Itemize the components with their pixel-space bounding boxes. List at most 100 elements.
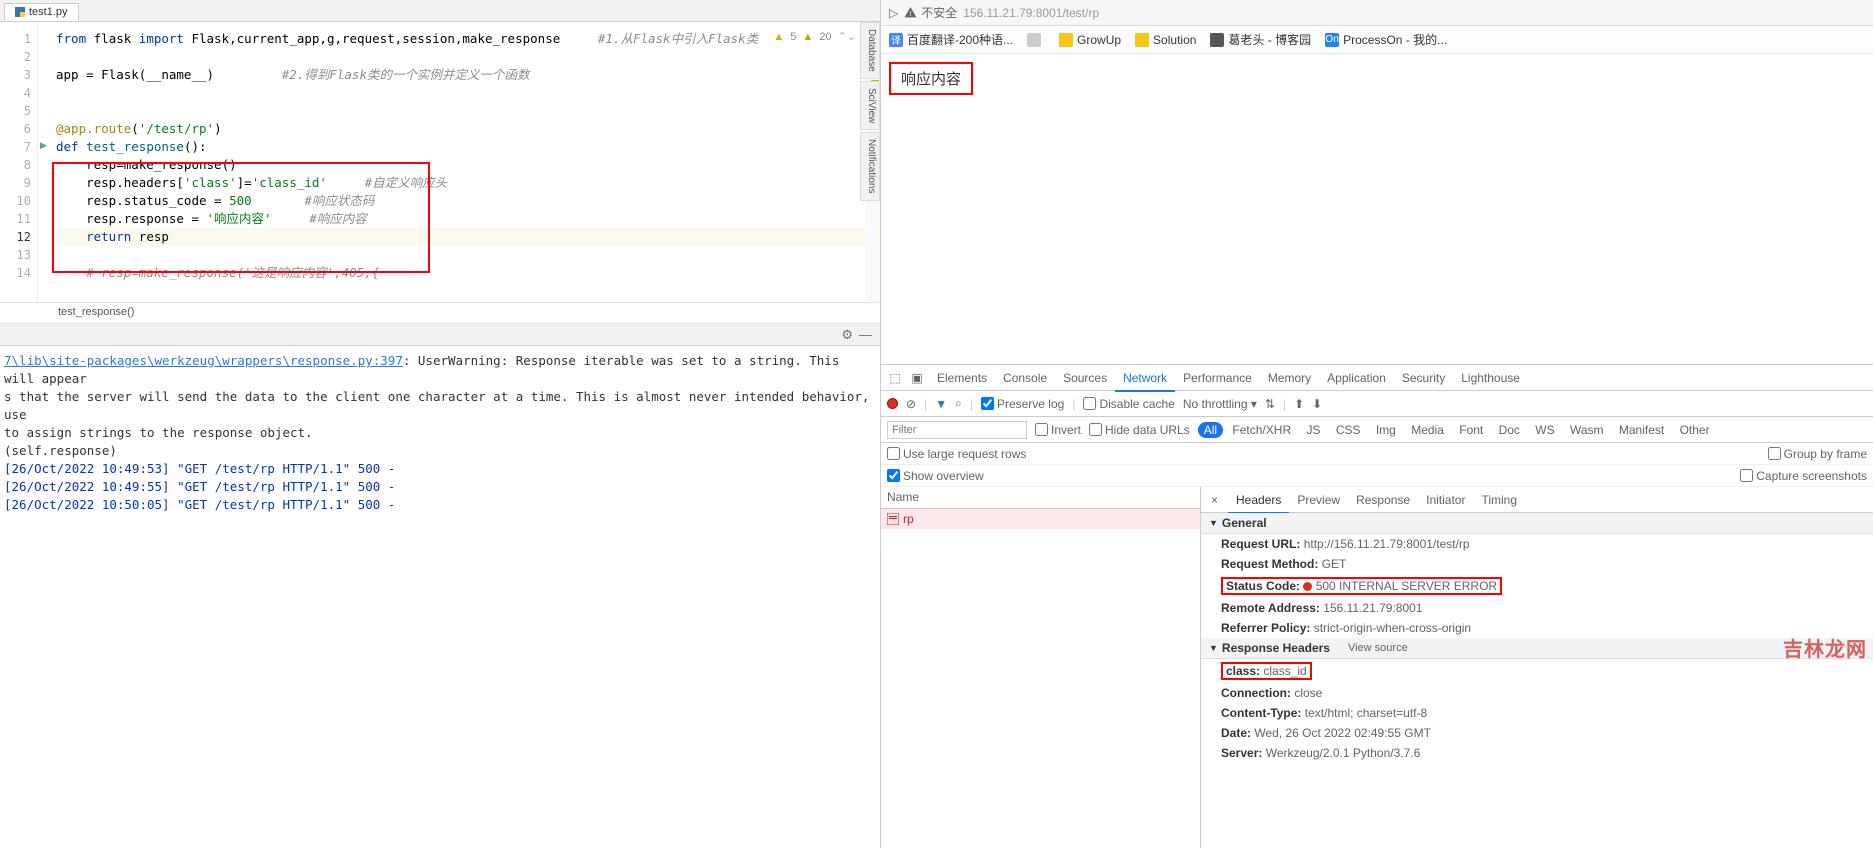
detail-tab[interactable]: Timing (1473, 488, 1525, 512)
search-icon[interactable]: ⌕ (955, 396, 962, 411)
bookmark-item[interactable]: 葛老头 - 博客园 (1210, 31, 1311, 48)
filter-toggle-icon[interactable]: ▼ (935, 397, 947, 411)
devtools-tab[interactable]: Memory (1260, 366, 1319, 390)
filter-type-pill[interactable]: Manifest (1613, 422, 1670, 438)
bookmark-item[interactable] (1027, 33, 1045, 47)
filter-type-pill[interactable]: Font (1453, 422, 1489, 438)
bookmark-item[interactable]: OnProcessOn - 我的... (1325, 31, 1447, 48)
code-line[interactable]: resp.response = '响应内容' #响应内容 (56, 210, 880, 228)
filter-type-pill[interactable]: Wasm (1564, 422, 1610, 438)
gear-icon[interactable]: ⚙ (841, 327, 853, 343)
devtools-tab[interactable]: Security (1394, 366, 1453, 390)
download-icon[interactable]: ⬇ (1312, 397, 1322, 411)
line-number[interactable]: 6 (0, 120, 31, 138)
filter-type-pill[interactable]: Media (1405, 422, 1450, 438)
code-line[interactable]: resp.headers['class']='class_id' #自定义响应头 (56, 174, 880, 192)
hide-dataurls-checkbox[interactable]: Hide data URLs (1089, 423, 1190, 437)
code-line[interactable] (56, 48, 880, 66)
code-line[interactable] (56, 102, 880, 120)
filter-type-pill[interactable]: Doc (1493, 422, 1526, 438)
code-line[interactable] (56, 84, 880, 102)
devtools-tab[interactable]: Elements (929, 366, 995, 390)
breadcrumb[interactable]: test_response() (0, 302, 880, 324)
code-line[interactable]: @app.route('/test/rp') (56, 120, 880, 138)
code-line[interactable]: # resp=make_response('这是响应内容',405,{ (56, 264, 880, 282)
capture-screenshots-checkbox[interactable]: Capture screenshots (1740, 469, 1867, 483)
line-number[interactable]: 10 (0, 192, 31, 210)
filter-type-pill[interactable]: Img (1370, 422, 1402, 438)
detail-tab[interactable]: Headers (1228, 488, 1289, 514)
code-line[interactable] (56, 246, 880, 264)
bookmark-item[interactable]: 译百度翻译-200种语... (889, 31, 1013, 48)
clear-icon[interactable]: ⊘ (906, 397, 916, 411)
close-detail-icon[interactable]: × (1205, 493, 1224, 507)
response-headers-section-header[interactable]: ▼Response HeadersView source (1201, 638, 1873, 659)
code-line[interactable]: resp.status_code = 500 #响应状态码 (56, 192, 880, 210)
devtools-tab[interactable]: Performance (1175, 366, 1260, 390)
detail-tab[interactable]: Initiator (1418, 488, 1473, 512)
inspections-summary[interactable]: ▲5 ▲20 ⌃⌄ (773, 30, 856, 43)
code-line[interactable]: from flask import Flask,current_app,g,re… (56, 30, 880, 48)
code-area[interactable]: from flask import Flask,current_app,g,re… (38, 22, 880, 302)
view-source-link[interactable]: View source (1348, 642, 1408, 654)
file-tab-test1[interactable]: test1.py (4, 3, 79, 21)
filter-type-pill[interactable]: Other (1674, 422, 1716, 438)
devtools-tab[interactable]: Console (995, 366, 1055, 390)
filter-type-pill[interactable]: All (1198, 422, 1223, 438)
detail-tab[interactable]: Preview (1289, 488, 1348, 512)
side-tool-tab[interactable]: Database (860, 22, 880, 79)
devtools-tab[interactable]: Sources (1055, 366, 1115, 390)
line-number[interactable]: 9 (0, 174, 31, 192)
line-number[interactable]: 5 (0, 102, 31, 120)
inspect-icon[interactable]: ⬚ (885, 371, 905, 385)
filter-input[interactable] (887, 421, 1027, 439)
device-toggle-icon[interactable]: ▣ (907, 371, 927, 385)
not-secure-indicator[interactable]: 不安全 (904, 4, 957, 21)
code-line[interactable]: def test_response(): (56, 138, 880, 156)
chevron-up-down-icon[interactable]: ⌃⌄ (838, 30, 856, 43)
line-number[interactable]: 2 (0, 48, 31, 66)
devtools-tab[interactable]: Application (1319, 366, 1394, 390)
line-number[interactable]: 11 (0, 210, 31, 228)
devtools-tab[interactable]: Lighthouse (1453, 366, 1528, 390)
upload-icon[interactable]: ⬆ (1294, 397, 1304, 411)
request-list-header[interactable]: Name (881, 487, 1200, 509)
line-number[interactable]: 12 (0, 228, 31, 246)
line-number[interactable]: 13 (0, 246, 31, 264)
group-frame-checkbox[interactable]: Group by frame (1768, 447, 1867, 461)
line-number[interactable]: 8 (0, 156, 31, 174)
hide-icon[interactable]: — (859, 327, 872, 342)
request-row-rp[interactable]: rp (881, 509, 1200, 529)
line-number[interactable]: 4 (0, 84, 31, 102)
line-number[interactable]: 7 (0, 138, 31, 156)
line-number[interactable]: 3 (0, 66, 31, 84)
side-tool-tab[interactable]: Notifications (860, 132, 880, 200)
preserve-log-checkbox[interactable]: Preserve log (981, 397, 1064, 411)
show-overview-checkbox[interactable]: Show overview (887, 469, 984, 483)
filter-type-pill[interactable]: CSS (1330, 422, 1367, 438)
line-number[interactable]: 14 (0, 264, 31, 282)
detail-tab[interactable]: Response (1348, 488, 1418, 512)
code-line[interactable]: return resp (56, 228, 880, 246)
disable-cache-checkbox[interactable]: Disable cache (1083, 397, 1174, 411)
devtools-tab[interactable]: Network (1115, 366, 1175, 392)
invert-checkbox[interactable]: Invert (1035, 423, 1081, 437)
code-line[interactable]: resp=make_response() (56, 156, 880, 174)
filter-type-pill[interactable]: JS (1300, 422, 1326, 438)
line-number[interactable]: 1 (0, 30, 31, 48)
general-section-header[interactable]: ▼General (1201, 513, 1873, 534)
filter-type-pill[interactable]: WS (1529, 422, 1560, 438)
large-rows-checkbox[interactable]: Use large request rows (887, 447, 1026, 461)
record-icon[interactable] (887, 398, 898, 409)
bookmark-item[interactable]: GrowUp (1059, 33, 1121, 47)
throttling-select[interactable]: No throttling ▾ (1183, 397, 1257, 411)
code-editor[interactable]: 1234567891011121314 ▶ from flask import … (0, 22, 880, 302)
bookmark-item[interactable]: Solution (1135, 33, 1196, 47)
side-tool-tab[interactable]: SciView (860, 81, 880, 130)
nav-play-icon[interactable]: ▷ (889, 6, 898, 20)
filter-type-pill[interactable]: Fetch/XHR (1226, 422, 1297, 438)
wifi-icon[interactable]: ⇅ (1265, 397, 1275, 411)
code-line[interactable]: app = Flask(__name__) #2.得到Flask类的一个实例并定… (56, 66, 880, 84)
address-bar[interactable]: ▷ 不安全 156.11.21.79:8001/test/rp (881, 0, 1873, 26)
run-console[interactable]: 7\lib\site-packages\werkzeug\wrappers\re… (0, 346, 880, 848)
